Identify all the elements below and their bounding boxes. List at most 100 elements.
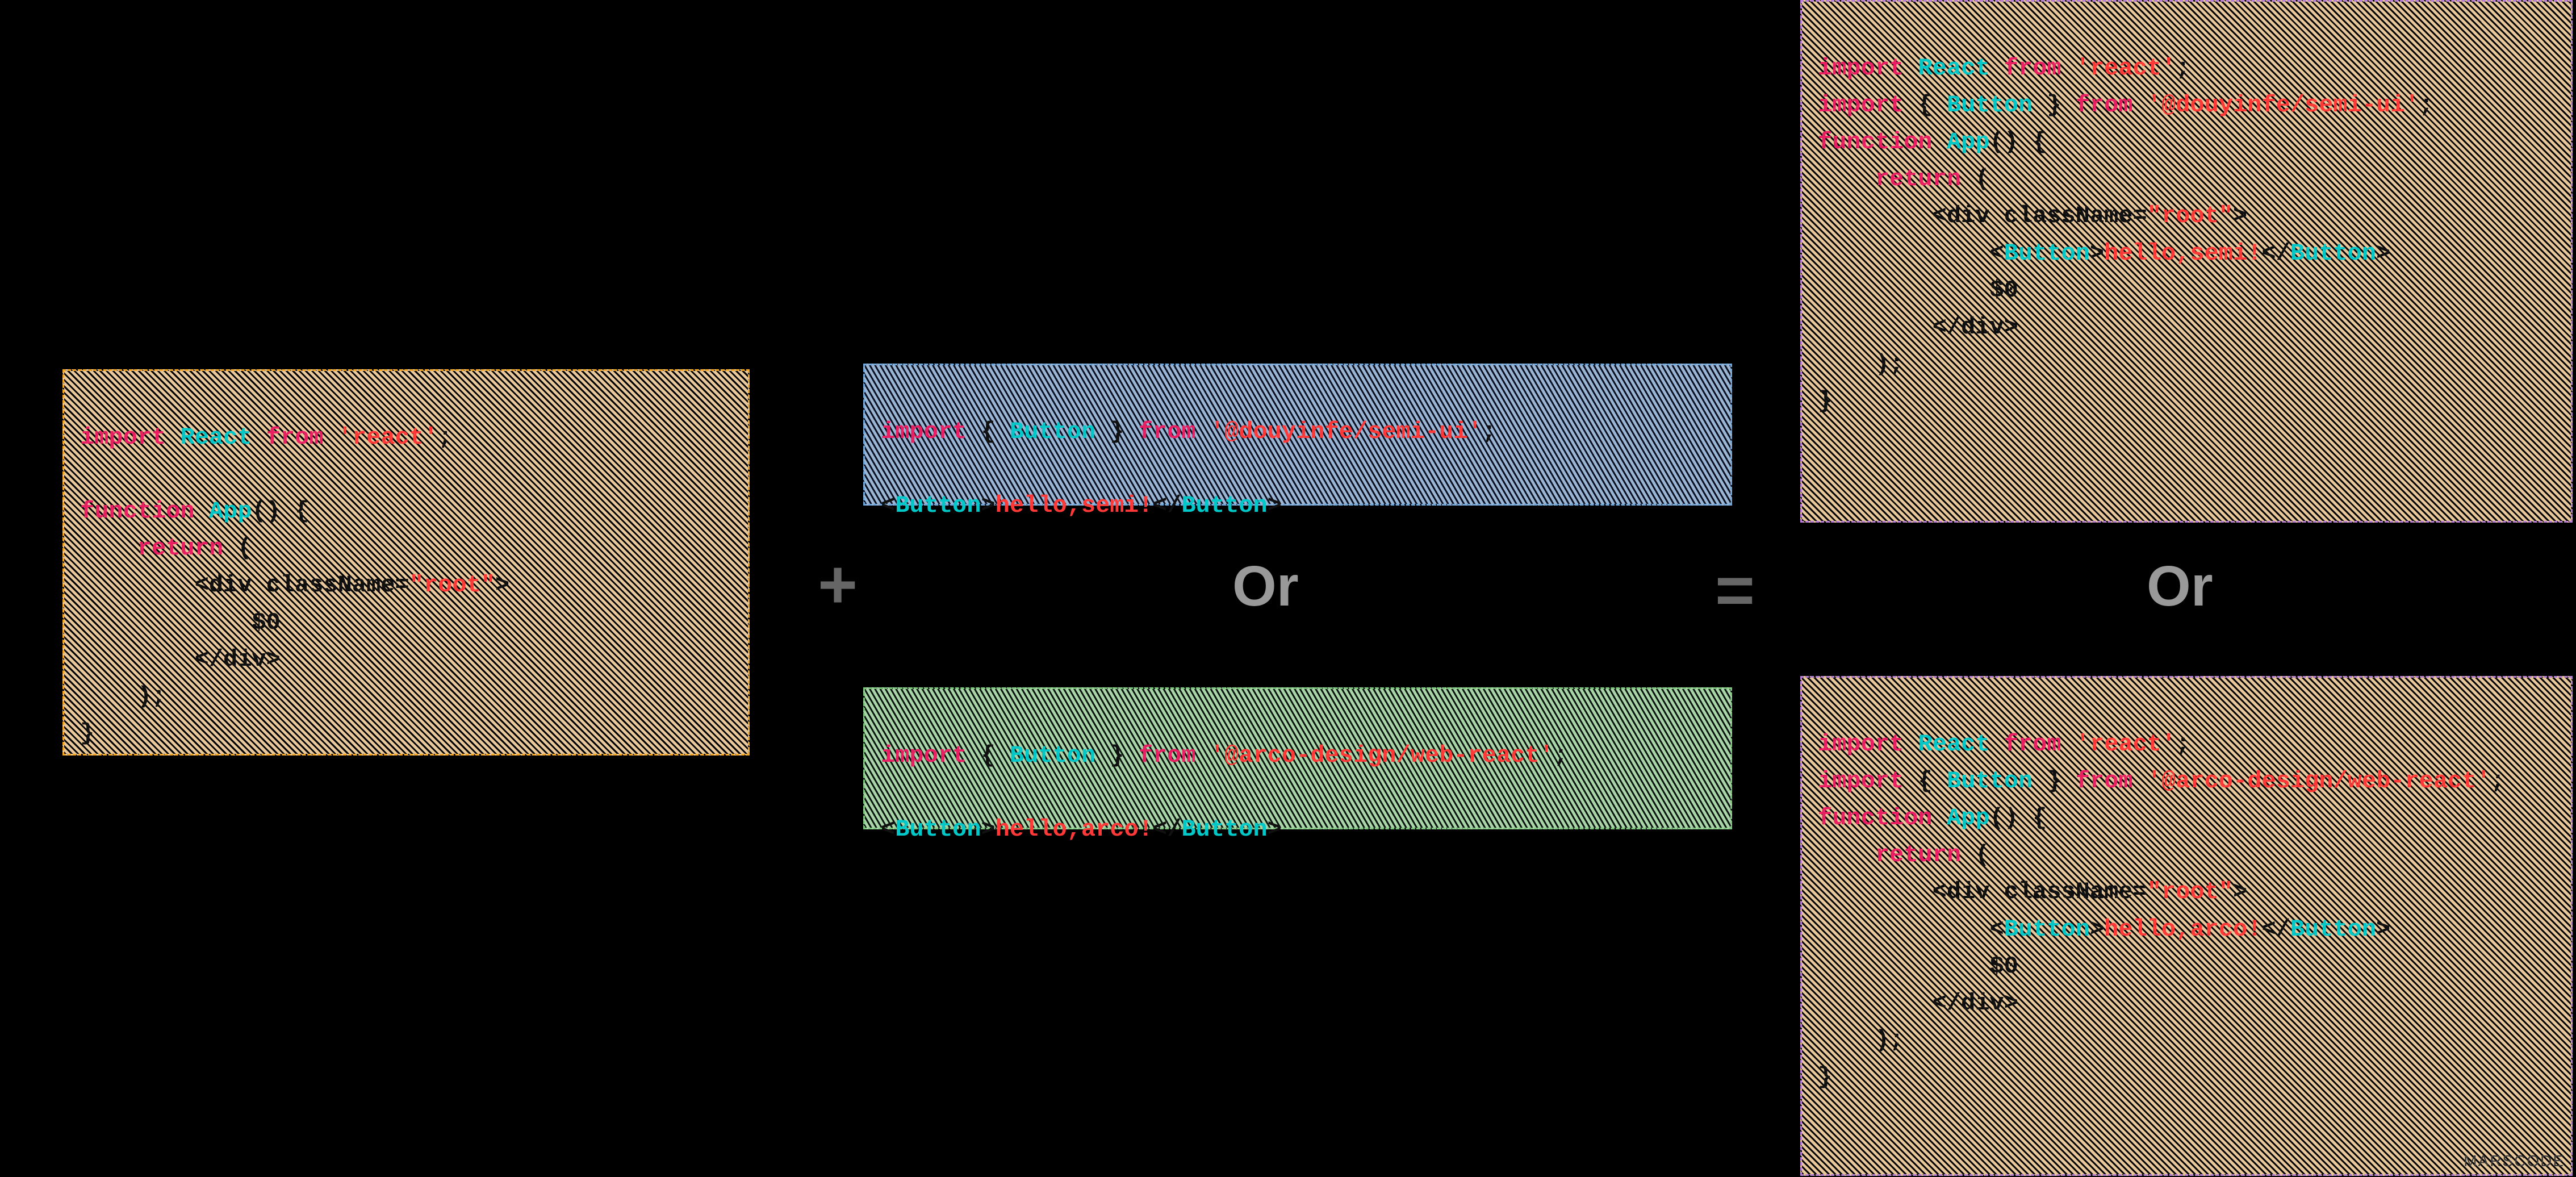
keyword: from [266, 424, 324, 451]
code: > [981, 816, 995, 843]
code: <div className= [1818, 202, 2147, 229]
code-box-base-app: import React from 'react'; function App(… [62, 369, 750, 756]
code: } [1818, 1063, 1832, 1091]
code: > [2090, 240, 2104, 267]
keyword: import [1818, 767, 1904, 795]
string: '@douyinfe/semi-ui' [1210, 418, 1482, 445]
code: < [1818, 916, 2004, 943]
code: > [2233, 202, 2247, 229]
code: </div> [80, 646, 281, 673]
string: '@arco-design/web-react' [1210, 742, 1554, 769]
code: < [1818, 240, 2004, 267]
code: </ [2261, 916, 2290, 943]
keyword: import [881, 418, 967, 445]
code: { [967, 742, 1010, 769]
code: </div> [1818, 314, 2018, 341]
keyword: import [1818, 91, 1904, 119]
identifier: Button [1010, 742, 1095, 769]
keyword: function [1818, 128, 1933, 156]
punct: ; [1554, 742, 1568, 769]
code: () { [252, 498, 309, 525]
punct: ; [2176, 731, 2190, 758]
code: } [1095, 742, 1139, 769]
keyword: from [1139, 742, 1196, 769]
code: > [2376, 240, 2390, 267]
code: <div className= [1818, 878, 2147, 905]
string: hello,arco! [2104, 916, 2261, 943]
code: > [495, 571, 509, 599]
code: { [1904, 767, 1947, 795]
code: } [1818, 387, 1832, 415]
code: ( [1961, 841, 1989, 869]
string: "root" [409, 571, 495, 599]
punct: ; [438, 424, 452, 451]
keyword: from [1139, 418, 1196, 445]
punct: ; [2491, 767, 2505, 795]
equals-icon: = [1715, 551, 1755, 629]
identifier: React [1918, 731, 1989, 758]
code-box-result-arco: import React from 'react'; import { Butt… [1800, 676, 2573, 1176]
code: $0 [1818, 953, 2018, 980]
punct: ; [1482, 418, 1496, 445]
punct: ; [2176, 55, 2190, 82]
string: '@douyinfe/semi-ui' [2147, 91, 2419, 119]
keyword: import [80, 424, 166, 451]
identifier: Button [895, 492, 981, 519]
string: "root" [2147, 202, 2233, 229]
identifier: Button [1181, 816, 1267, 843]
code: } [80, 720, 94, 747]
code: <div className= [80, 571, 409, 599]
code: } [2033, 767, 2076, 795]
keyword: return [80, 535, 223, 562]
keyword: from [2004, 731, 2061, 758]
code: } [1095, 418, 1139, 445]
code: > [1268, 816, 1282, 843]
string: hello,semi! [2104, 240, 2261, 267]
code: ( [223, 535, 252, 562]
identifier: Button [1181, 492, 1267, 519]
keyword: function [80, 498, 195, 525]
code: () { [1989, 128, 2047, 156]
identifier: React [180, 424, 252, 451]
string: 'react' [338, 424, 438, 451]
identifier: Button [1947, 767, 2033, 795]
identifier: Button [1010, 418, 1095, 445]
keyword: return [1818, 165, 1961, 193]
identifier: App [209, 498, 252, 525]
code: < [881, 492, 895, 519]
code: > [981, 492, 995, 519]
keyword: function [1818, 804, 1933, 832]
plus-icon: + [818, 545, 858, 624]
code: () { [1989, 804, 2047, 832]
code-box-semi-snippet: import { Button } from '@douyinfe/semi-u… [863, 364, 1732, 506]
identifier: Button [1947, 91, 2033, 119]
code: { [1904, 91, 1947, 119]
code-box-arco-snippet: import { Button } from '@arco-design/web… [863, 687, 1732, 829]
keyword: from [2076, 91, 2133, 119]
code: > [2233, 878, 2247, 905]
string: 'react' [2076, 55, 2176, 82]
string: "root" [2147, 878, 2233, 905]
code: </ [1153, 816, 1181, 843]
code: ); [1818, 350, 1904, 378]
string: '@arco-design/web-react' [2147, 767, 2491, 795]
identifier: Button [2004, 240, 2090, 267]
identifier: Button [2290, 240, 2376, 267]
code: ); [1818, 1026, 1904, 1054]
code: $0 [1818, 277, 2018, 304]
punct: ; [2419, 91, 2433, 119]
code: > [2376, 916, 2390, 943]
identifier: Button [895, 816, 981, 843]
code-box-result-semi: import React from 'react'; import { Butt… [1800, 0, 2573, 523]
string: hello,arco! [996, 816, 1153, 843]
code: </div> [1818, 990, 2018, 1017]
keyword: from [2076, 767, 2133, 795]
identifier: Button [2290, 916, 2376, 943]
identifier: Button [2004, 916, 2090, 943]
code: } [2033, 91, 2076, 119]
code: < [881, 816, 895, 843]
keyword: from [2004, 55, 2061, 82]
identifier: App [1947, 804, 1990, 832]
code: { [967, 418, 1010, 445]
keyword: import [881, 742, 967, 769]
